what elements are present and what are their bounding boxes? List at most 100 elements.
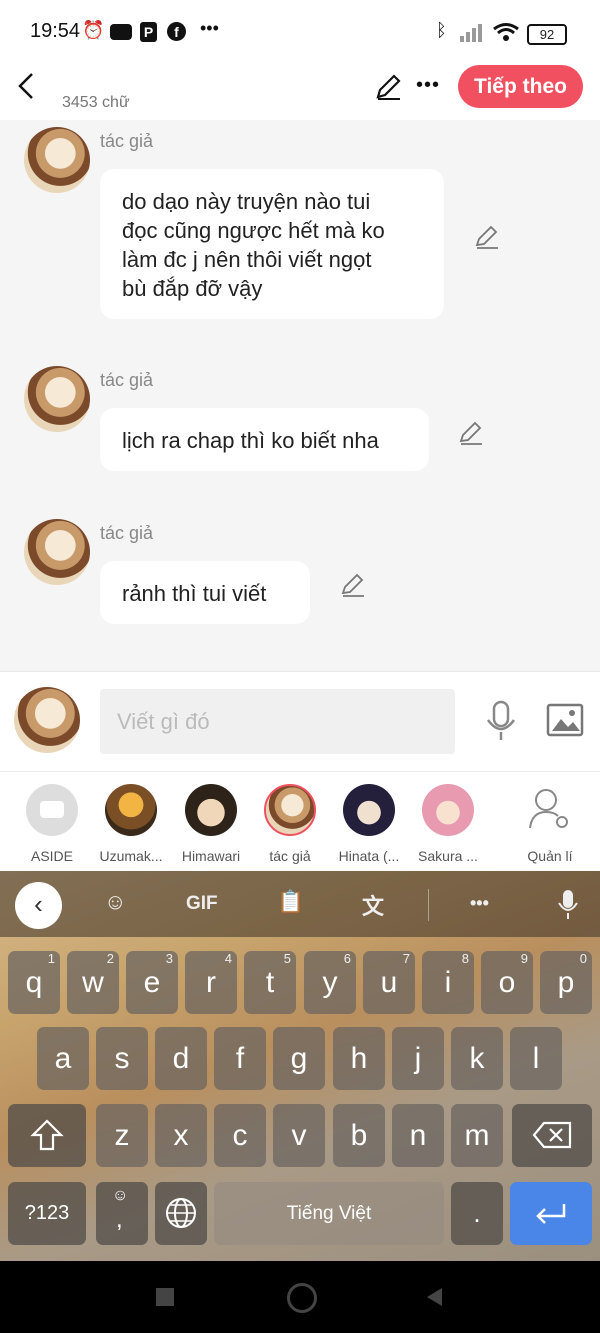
edit-message-icon[interactable] [340,572,366,598]
word-count: 3453 chữ [62,94,130,111]
key-u[interactable]: u7 [363,951,415,1014]
key-e[interactable]: e3 [126,951,178,1014]
key-r[interactable]: r4 [185,951,237,1014]
more-options-icon[interactable]: ••• [416,74,440,97]
composer-bar: Viết gì đó [0,671,600,772]
sticker-icon[interactable]: ☺ [104,889,126,915]
message-bubble[interactable]: rảnh thì tui viết [100,561,310,624]
character-hinata[interactable]: Hinata (... [329,784,409,864]
edit-message-icon[interactable] [474,224,500,250]
message-line: đọc cũng ngược hết mà ko [122,218,385,243]
language-key[interactable] [155,1182,207,1245]
key-m[interactable]: m [451,1104,503,1167]
space-key[interactable]: Tiếng Việt [214,1182,444,1245]
voice-input-icon[interactable] [556,889,580,921]
key-b[interactable]: b [333,1104,385,1167]
pencil-icon[interactable] [374,73,402,101]
gif-button[interactable]: GIF [186,893,218,915]
edit-message-icon[interactable] [458,420,484,446]
character-avatar [422,784,474,836]
character-name: tác giả [269,848,311,864]
message-input[interactable]: Viết gì đó [100,689,455,754]
facebook-icon: f [167,22,186,41]
character-name: Quản lí [527,848,573,864]
enter-icon [536,1204,566,1224]
message-bubble[interactable]: do dạo này truyện nào tui đọc cũng ngược… [100,169,444,319]
period-key[interactable]: . [451,1182,503,1245]
key-a[interactable]: a [37,1027,89,1090]
clipboard-icon[interactable]: 📋 [277,889,304,915]
signal-icon [460,24,482,42]
author-avatar[interactable] [24,519,90,585]
back-button[interactable] [10,66,46,106]
soft-keyboard: ‹ ☺ GIF 📋 文 ••• q1 w2 e3 r4 t5 y6 u7 i8 … [0,871,600,1261]
key-s[interactable]: s [96,1027,148,1090]
key-i[interactable]: i8 [422,951,474,1014]
message-line: do dạo này truyện nào tui [122,189,371,214]
nav-back-button[interactable] [424,1286,444,1308]
message-line: lịch ra chap thì ko biết nha [122,428,379,453]
key-o[interactable]: o9 [481,951,533,1014]
status-time: 19:54 [30,20,81,42]
message-line: bù đắp đỡ vậy [122,276,263,301]
key-f[interactable]: f [214,1027,266,1090]
character-himawari[interactable]: Himawari [171,784,251,864]
system-navigation-bar [0,1261,600,1333]
key-t[interactable]: t5 [244,951,296,1014]
character-name: Hinata (... [338,848,400,864]
wifi-icon [493,23,519,41]
character-avatar [185,784,237,836]
shift-icon [30,1119,64,1151]
message-line: làm đc j nên thôi viết ngọt [122,247,372,272]
shift-key[interactable] [8,1104,86,1167]
current-speaker-avatar[interactable] [14,687,80,753]
backspace-icon [532,1121,572,1149]
key-c[interactable]: c [214,1104,266,1167]
author-avatar[interactable] [24,127,90,193]
character-sakura[interactable]: Sakura ... [408,784,488,864]
character-aside[interactable]: ASIDE [12,784,92,864]
bluetooth-icon: ᛒ [436,20,447,40]
key-y[interactable]: y6 [304,951,356,1014]
battery-icon: 92 [527,24,567,45]
more-tools-icon[interactable]: ••• [470,893,489,914]
editor-header: 3453 chữ ••• Tiếp theo [0,64,600,120]
author-name: tác giả [100,131,154,151]
recents-button[interactable] [156,1288,174,1306]
home-button[interactable] [287,1283,317,1313]
status-bar: 19:54 ⏰ P f ••• ᛒ 92 [0,0,600,64]
key-j[interactable]: j [392,1027,444,1090]
enter-key[interactable] [510,1182,592,1245]
microphone-icon[interactable] [484,700,518,742]
emoji-comma-key[interactable]: ☺ , [96,1182,148,1245]
message-bubble[interactable]: lịch ra chap thì ko biết nha [100,408,429,471]
key-d[interactable]: d [155,1027,207,1090]
aside-icon [26,784,78,836]
image-icon[interactable] [546,703,584,737]
youtube-icon [110,24,132,40]
user-settings-icon [529,789,568,829]
key-n[interactable]: n [392,1104,444,1167]
key-k[interactable]: k [451,1027,503,1090]
key-z[interactable]: z [96,1104,148,1167]
key-l[interactable]: l [510,1027,562,1090]
key-p[interactable]: p0 [540,951,592,1014]
key-h[interactable]: h [333,1027,385,1090]
message-list[interactable]: tác giả do dạo này truyện nào tui đọc cũ… [0,120,600,671]
translate-icon[interactable]: 文 [362,889,384,921]
backspace-key[interactable] [512,1104,592,1167]
alarm-icon: ⏰ [82,20,105,40]
key-w[interactable]: w2 [67,951,119,1014]
key-q[interactable]: q1 [8,951,60,1014]
author-name: tác giả [100,370,154,390]
character-tac-gia[interactable]: tác giả [250,784,330,864]
character-uzumaki[interactable]: Uzumak... [91,784,171,864]
symbols-key[interactable]: ?123 [8,1182,86,1245]
key-x[interactable]: x [155,1104,207,1167]
manage-characters-button[interactable]: Quản lí [510,784,590,864]
next-button[interactable]: Tiếp theo [458,65,583,108]
author-avatar[interactable] [24,366,90,432]
key-g[interactable]: g [273,1027,325,1090]
keyboard-back-button[interactable]: ‹ [15,882,62,929]
key-v[interactable]: v [273,1104,325,1167]
